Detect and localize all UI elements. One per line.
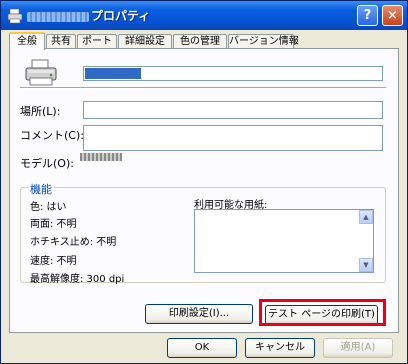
paper-list[interactable]: ▲ ▼: [194, 209, 374, 273]
general-panel: 場所(L): コメント(C): モデル(O): 機能 色: はい 両面: 不明 …: [9, 48, 399, 333]
model-value-blurred: [80, 153, 122, 161]
feature-speed: 速度: 不明: [30, 256, 77, 267]
scroll-up-arrow-icon[interactable]: ▲: [359, 210, 373, 224]
tab-ports[interactable]: ポート: [77, 34, 117, 48]
feature-color: 色: はい: [30, 202, 67, 213]
tab-general[interactable]: 全般: [9, 32, 45, 50]
tab-advanced[interactable]: 詳細設定: [118, 34, 172, 48]
comment-label: コメント(C):: [20, 129, 84, 142]
close-button[interactable]: ×: [382, 5, 403, 26]
printer-name-field[interactable]: [83, 66, 383, 81]
tab-version-info[interactable]: バージョン情報: [228, 34, 299, 48]
printer-icon: [25, 59, 57, 86]
model-label: モデル(O):: [20, 157, 74, 170]
location-label: 場所(L):: [20, 105, 61, 118]
print-preferences-button[interactable]: 印刷設定(I)...: [145, 304, 253, 324]
help-button[interactable]: ?: [357, 5, 378, 26]
ok-button[interactable]: OK: [167, 338, 237, 358]
scroll-down-arrow-icon[interactable]: ▼: [359, 258, 373, 272]
printer-title-icon: [7, 8, 23, 24]
comment-input[interactable]: [83, 125, 383, 151]
apply-button[interactable]: 適用(A): [323, 338, 393, 358]
features-title: 機能: [28, 181, 54, 197]
title-bar[interactable]: プロパティ ? ×: [1, 1, 407, 30]
tab-color-management[interactable]: 色の管理: [173, 34, 227, 48]
feature-resolution: 最高解像度: 300 dpi: [30, 274, 125, 285]
tab-sharing[interactable]: 共有: [46, 34, 76, 48]
printer-name-blurred: [27, 11, 89, 22]
location-input[interactable]: [83, 101, 383, 119]
cancel-button[interactable]: キャンセル: [245, 338, 315, 358]
feature-duplex: 両面: 不明: [30, 219, 77, 230]
properties-dialog: プロパティ ? × 全般 共有 ポート 詳細設定 色の管理 バージョン情報 場所…: [0, 0, 408, 364]
feature-staple: ホチキス止め: 不明: [30, 237, 117, 248]
printer-name-selected-text: [85, 68, 141, 79]
test-page-highlight-box: [259, 299, 386, 326]
separator: [20, 87, 386, 89]
window-title: プロパティ: [27, 7, 150, 24]
